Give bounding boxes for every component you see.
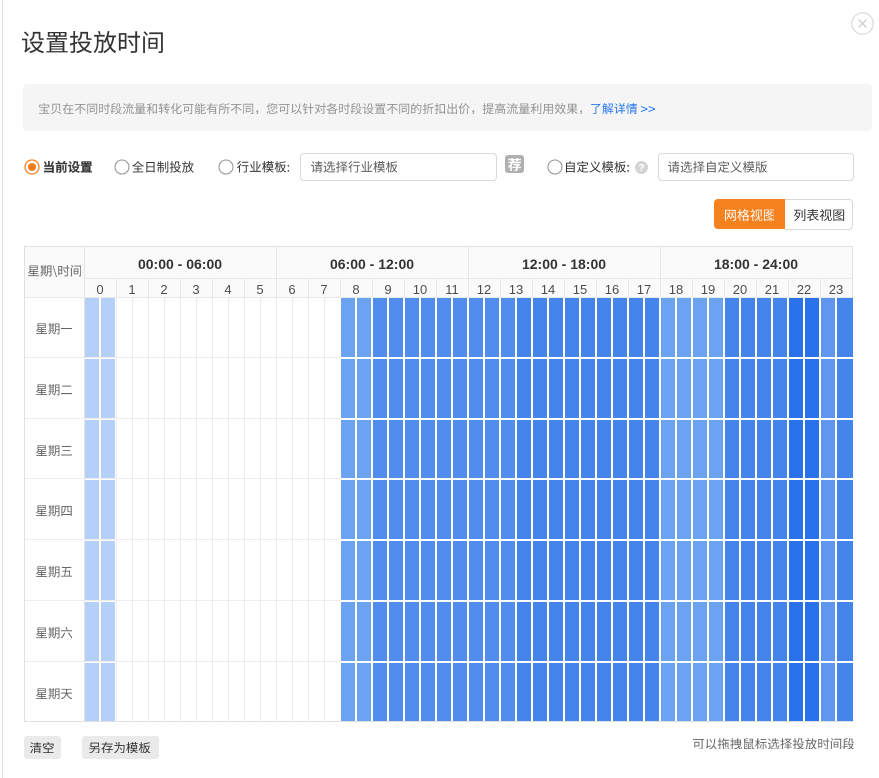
svg-text:?: ?	[638, 162, 644, 174]
